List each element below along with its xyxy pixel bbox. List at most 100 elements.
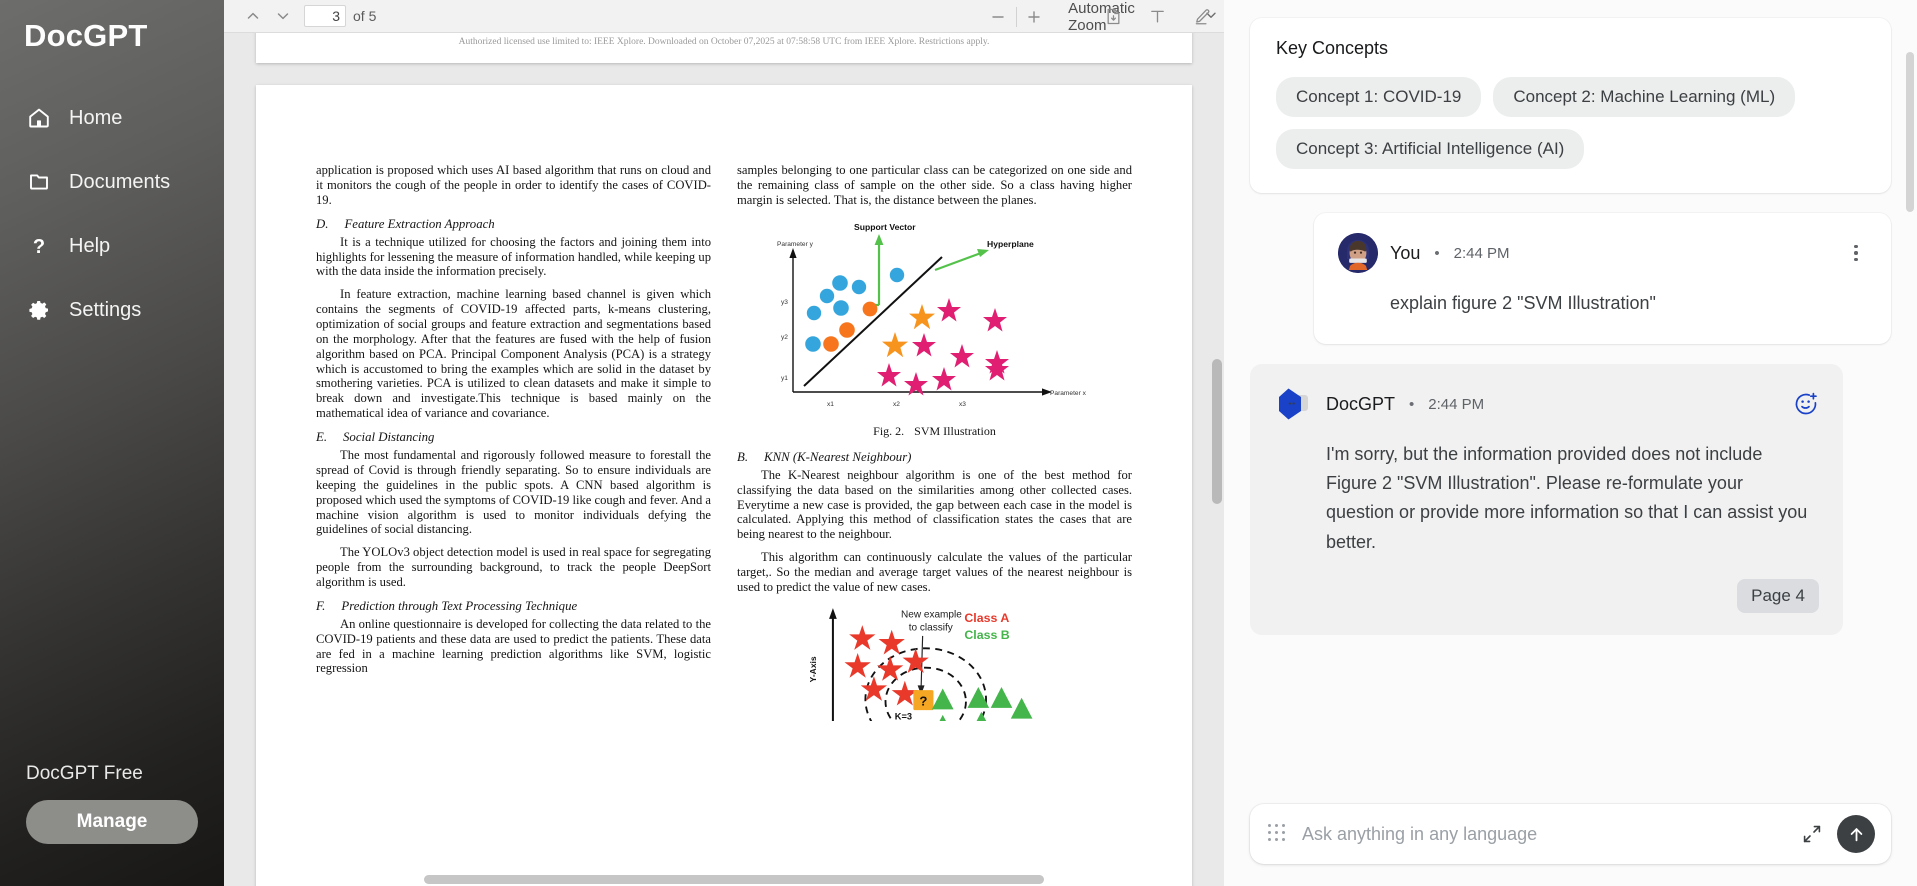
chat-message-user: You • 2:44 PM explain figure 2 "SVM Illu… <box>1314 213 1891 345</box>
message-body: explain figure 2 "SVM Illustration" <box>1390 293 1656 313</box>
svg-text:Parameter x: Parameter x <box>1050 390 1087 397</box>
pdf-page-previous: Authorized licensed use limited to: IEEE… <box>256 33 1192 63</box>
grid-apps-icon[interactable] <box>1268 824 1288 844</box>
sidebar-item-label-documents: Documents <box>69 170 171 193</box>
zoom-out-button[interactable] <box>984 4 1013 30</box>
separator-dot: • <box>1409 395 1415 413</box>
chat-vertical-scrollbar[interactable] <box>1906 52 1914 212</box>
chat-panel: Key Concepts Concept 1: COVID-19 Concept… <box>1224 0 1917 886</box>
message-author: DocGPT <box>1326 393 1396 414</box>
figure-svm-illustration: Parameter y Parameter x y3 y2 y1 x1 x2 x… <box>737 220 1132 420</box>
text-tool-icon[interactable] <box>1142 4 1172 30</box>
kebab-menu-icon[interactable] <box>1845 242 1867 264</box>
knn-legend-class-a: Class A <box>964 611 1009 625</box>
toolbar-divider <box>1015 6 1017 27</box>
page-footnote: Authorized licensed use limited to: IEEE… <box>458 37 990 47</box>
key-concept-chip-1[interactable]: Concept 1: COVID-19 <box>1276 77 1482 117</box>
message-timestamp: 2:44 PM <box>1428 395 1485 413</box>
pen-draw-icon[interactable] <box>1186 4 1216 30</box>
svg-text:?: ? <box>33 236 45 258</box>
section-letter: B. <box>737 449 749 464</box>
sidebar-item-documents[interactable]: Documents <box>0 150 224 214</box>
svm-illustration-svg: Parameter y Parameter x y3 y2 y1 x1 x2 x… <box>777 222 1087 408</box>
add-reaction-icon[interactable] <box>1793 391 1819 417</box>
chat-message-bot: DocGPT • 2:44 PM I'm sorry, but the info <box>1250 364 1843 635</box>
section-title: KNN (K-Nearest Neighbour) <box>764 449 912 464</box>
key-concepts-card: Key Concepts Concept 1: COVID-19 Concept… <box>1250 18 1891 193</box>
expand-fullscreen-icon[interactable] <box>1801 823 1823 845</box>
message-author: You <box>1390 242 1421 263</box>
app-root: DocGPT Home Documents ? Help Settings Do… <box>0 0 1917 886</box>
home-icon <box>26 105 52 131</box>
message-body: I'm sorry, but the information provided … <box>1326 444 1808 552</box>
gear-icon <box>26 297 52 323</box>
paragraph: In feature extraction, machine learning … <box>316 287 711 421</box>
composer-wrapper <box>1224 790 1917 886</box>
knn-k-label: K=3 <box>894 711 911 721</box>
knn-legend-class-b: Class B <box>964 628 1009 642</box>
page-count-label: of 5 <box>353 8 377 24</box>
svg-text:y3: y3 <box>781 299 788 306</box>
svg-text:x3: x3 <box>959 401 966 408</box>
sidebar-item-help[interactable]: ? Help <box>0 214 224 278</box>
paragraph: samples belonging to one particular clas… <box>737 163 1132 207</box>
svg-text:y2: y2 <box>781 334 788 341</box>
zoom-in-button[interactable] <box>1020 4 1049 30</box>
manage-button[interactable]: Manage <box>26 800 198 844</box>
svg-text:Parameter y: Parameter y <box>777 241 814 248</box>
figure-caption-label: Fig. 2. <box>873 423 905 438</box>
question-mark-icon: ? <box>26 233 52 259</box>
docgpt-logo-icon <box>1274 384 1314 424</box>
key-concepts-title: Key Concepts <box>1276 38 1389 58</box>
svg-text:x2: x2 <box>893 401 900 408</box>
page-reference-tag[interactable]: Page 4 <box>1737 578 1819 613</box>
key-concept-chip-3[interactable]: Concept 3: Artificial Intelligence (AI) <box>1276 129 1585 169</box>
key-concepts-chips: Concept 1: COVID-19 Concept 2: Machine L… <box>1276 77 1865 169</box>
section-title: Prediction through Text Processing Techn… <box>341 598 578 613</box>
avatar <box>1338 233 1378 273</box>
pdf-vertical-scrollbar-thumb[interactable] <box>1212 359 1222 504</box>
page-reference-row: Page 4 <box>1274 557 1819 613</box>
paragraph: The most fundamental and rigorously foll… <box>316 448 711 537</box>
pdf-viewer: of 5 Automatic Zoom <box>224 0 1224 886</box>
documents-icon <box>26 169 52 195</box>
chat-composer <box>1250 804 1891 864</box>
sidebar-item-home[interactable]: Home <box>0 86 224 150</box>
send-button[interactable] <box>1837 815 1875 853</box>
svm-annotation-support-vector: Support Vector <box>854 222 916 232</box>
previous-page-button[interactable] <box>238 3 268 29</box>
paragraph: application is proposed which uses AI ba… <box>316 163 711 207</box>
sidebar: DocGPT Home Documents ? Help Settings Do… <box>0 0 224 886</box>
pdf-vertical-scrollbar[interactable] <box>1212 69 1222 880</box>
chat-input[interactable] <box>1302 823 1787 845</box>
pdf-horizontal-scrollbar-thumb[interactable] <box>424 875 1044 884</box>
section-letter: D. <box>316 216 329 231</box>
paragraph: This algorithm can continuously calculat… <box>737 550 1132 594</box>
figure-knn-illustration: Y-Axis New example to classify Class A C… <box>737 605 1132 721</box>
knn-annotation-line1: New example <box>900 609 961 620</box>
download-document-icon[interactable] <box>1098 4 1128 30</box>
message-timestamp: 2:44 PM <box>1453 244 1510 262</box>
pdf-toolbar: of 5 Automatic Zoom <box>224 0 1224 34</box>
message-header: DocGPT • 2:44 PM <box>1274 384 1819 424</box>
message-header: You • 2:44 PM <box>1338 233 1867 273</box>
paragraph: The YOLOv3 object detection model is use… <box>316 545 711 589</box>
pdf-horizontal-scrollbar[interactable] <box>224 875 1210 884</box>
knn-y-axis-label: Y-Axis <box>807 656 817 682</box>
sidebar-item-settings[interactable]: Settings <box>0 278 224 342</box>
page-number-input[interactable] <box>304 5 346 27</box>
figure-2-caption: Fig. 2. SVM Illustration <box>737 424 1132 438</box>
pdf-scroll-area[interactable]: Authorized licensed use limited to: IEEE… <box>224 33 1224 886</box>
section-heading-b: B. KNN (K-Nearest Neighbour) <box>737 450 1132 465</box>
pdf-tools-group <box>1098 0 1216 33</box>
sidebar-item-label-help: Help <box>69 234 111 257</box>
next-page-button[interactable] <box>268 3 298 29</box>
paragraph: An online questionnaire is developed for… <box>316 616 711 676</box>
app-logo-title: DocGPT <box>24 18 148 53</box>
sidebar-item-label-home: Home <box>69 106 123 129</box>
knn-annotation-line2: to classify <box>908 622 952 633</box>
section-letter: F. <box>316 598 326 613</box>
key-concept-chip-2[interactable]: Concept 2: Machine Learning (ML) <box>1493 77 1796 117</box>
separator-dot: • <box>1434 244 1440 262</box>
pdf-left-column: application is proposed which uses AI ba… <box>316 163 711 721</box>
